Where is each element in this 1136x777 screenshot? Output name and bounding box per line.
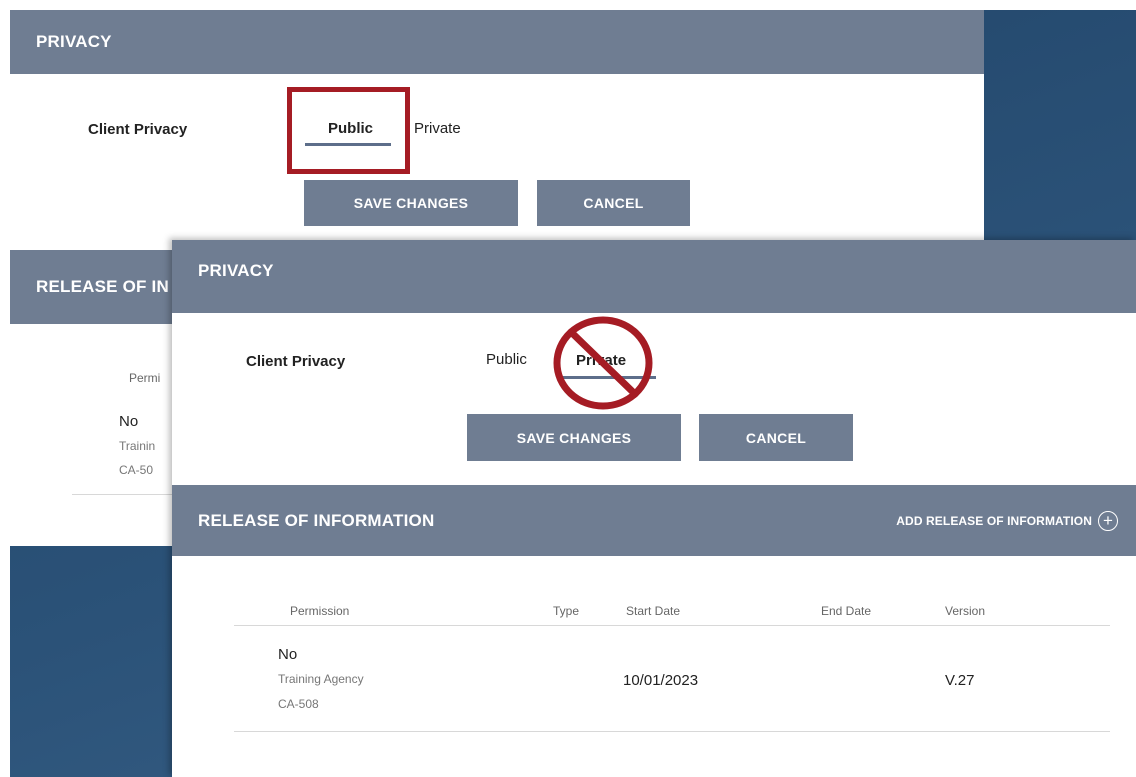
cell-code: CA-50: [119, 463, 154, 477]
cell-code: CA-508: [278, 697, 319, 711]
no-entry-icon: [553, 316, 653, 410]
release-header-title: RELEASE OF INFORMATION: [198, 510, 435, 530]
privacy-section-header: PRIVACY: [10, 10, 984, 74]
privacy-header-title: PRIVACY: [36, 32, 112, 51]
privacy-header-title: PRIVACY: [198, 260, 274, 280]
column-header-end-date: End Date: [821, 604, 872, 618]
release-header-title: RELEASE OF IN: [36, 277, 169, 296]
column-header-version: Version: [945, 604, 986, 618]
column-header-start-date: Start Date: [626, 604, 681, 618]
client-privacy-label: Client Privacy: [246, 353, 346, 370]
save-changes-button[interactable]: SAVE CHANGES: [304, 180, 518, 226]
privacy-section-header: PRIVACY: [172, 240, 1136, 313]
cell-permission: No: [278, 646, 298, 663]
save-changes-button[interactable]: SAVE CHANGES: [467, 414, 681, 461]
cell-agency: Training Agency: [278, 672, 364, 686]
row-divider: [72, 494, 182, 495]
cancel-button[interactable]: CANCEL: [537, 180, 690, 226]
column-header-type: Type: [553, 604, 580, 618]
highlight-box: [287, 87, 410, 174]
header-divider: [234, 625, 1110, 626]
release-section-header: RELEASE OF INFORMATION ADD RELEASE OF IN…: [172, 485, 1136, 556]
cell-permission: No: [119, 413, 139, 430]
tab-private[interactable]: Private: [414, 120, 461, 137]
row-divider: [234, 731, 1110, 732]
column-header-permission: Permission: [290, 604, 350, 618]
plus-circle-icon: +: [1098, 510, 1118, 531]
cell-start-date: 10/01/2023: [623, 672, 699, 689]
cell-agency: Trainin: [119, 439, 156, 453]
column-header-permission: Permi: [129, 371, 161, 385]
add-release-button[interactable]: ADD RELEASE OF INFORMATION +: [896, 510, 1118, 531]
cell-version: V.27: [945, 672, 975, 689]
cancel-button[interactable]: CANCEL: [699, 414, 853, 461]
add-release-label: ADD RELEASE OF INFORMATION: [896, 513, 1092, 528]
client-privacy-label: Client Privacy: [88, 121, 188, 138]
tab-public[interactable]: Public: [486, 351, 527, 368]
front-panel: PRIVACY Client Privacy Public Private SA…: [172, 240, 1136, 777]
